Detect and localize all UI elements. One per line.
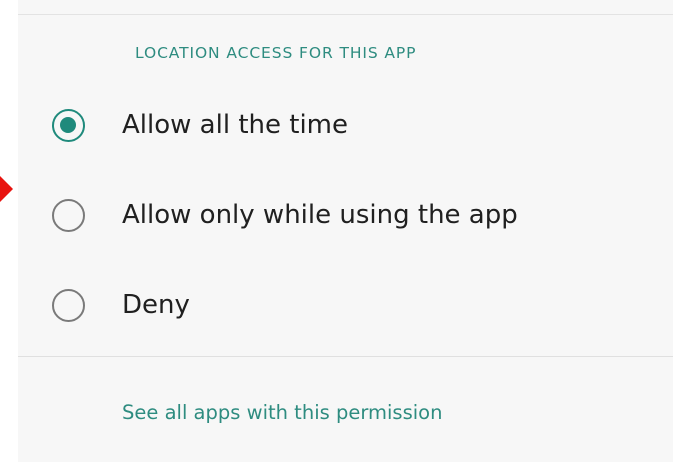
bottom-divider xyxy=(18,356,673,357)
red-arrow-icon xyxy=(0,176,13,202)
option-allow-all-the-time[interactable]: Allow all the time xyxy=(18,80,673,170)
option-label: Allow all the time xyxy=(122,110,348,140)
option-deny[interactable]: Deny xyxy=(18,260,673,350)
radio-unchecked-icon[interactable] xyxy=(52,289,85,322)
top-divider xyxy=(18,14,673,15)
option-label: Deny xyxy=(122,290,190,320)
section-header: LOCATION ACCESS FOR THIS APP xyxy=(135,44,417,62)
option-allow-while-using[interactable]: Allow only while using the app xyxy=(18,170,673,260)
radio-checked-icon[interactable] xyxy=(52,109,85,142)
permission-screen: LOCATION ACCESS FOR THIS APP Allow all t… xyxy=(0,0,673,462)
radio-unchecked-icon[interactable] xyxy=(52,199,85,232)
option-label: Allow only while using the app xyxy=(122,200,518,230)
see-all-apps-link[interactable]: See all apps with this permission xyxy=(122,400,442,426)
